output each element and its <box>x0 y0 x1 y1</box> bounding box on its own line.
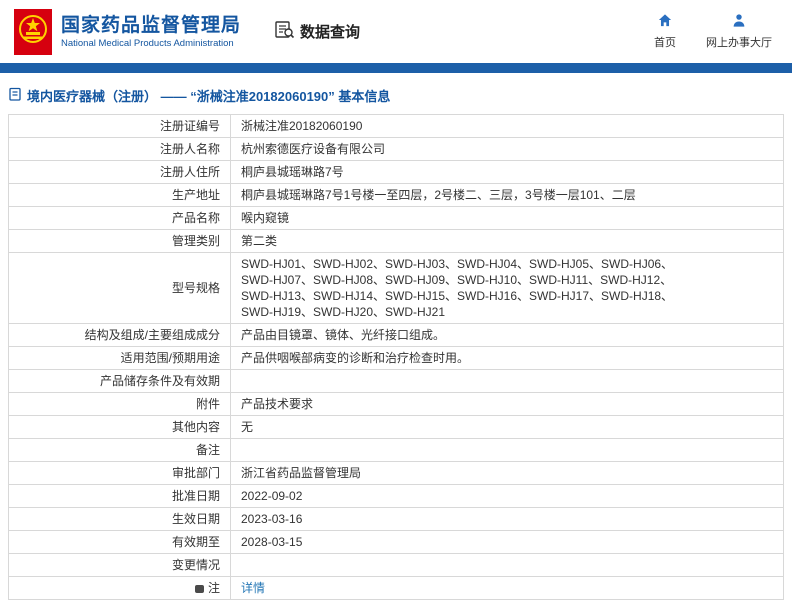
row-label: 附件 <box>9 393 231 416</box>
header-divider-bar <box>0 63 792 73</box>
row-value: 2028-03-15 <box>231 531 784 554</box>
row-value: 产品技术要求 <box>231 393 784 416</box>
table-row: 产品名称喉内窥镜 <box>9 207 784 230</box>
row-value: 2023-03-16 <box>231 508 784 531</box>
table-row: 适用范围/预期用途产品供咽喉部病变的诊断和治疗检查时用。 <box>9 347 784 370</box>
table-row: 注册人住所桐庐县城瑶琳路7号 <box>9 161 784 184</box>
row-label: 备注 <box>9 439 231 462</box>
row-label: 适用范围/预期用途 <box>9 347 231 370</box>
table-row: 注册证编号浙械注准20182060190 <box>9 115 784 138</box>
row-label: 结构及组成/主要组成成分 <box>9 324 231 347</box>
table-row: 生产地址桐庐县城瑶琳路7号1号楼一至四层，2号楼二、三层，3号楼一层101、二层 <box>9 184 784 207</box>
table-row: 生效日期2023-03-16 <box>9 508 784 531</box>
table-row: 型号规格SWD-HJ01、SWD-HJ02、SWD-HJ03、SWD-HJ04、… <box>9 253 784 324</box>
table-row: 其他内容无 <box>9 416 784 439</box>
row-value: 桐庐县城瑶琳路7号1号楼一至四层，2号楼二、三层，3号楼一层101、二层 <box>231 184 784 207</box>
agency-name-en: National Medical Products Administration <box>61 38 241 50</box>
row-label: 生产地址 <box>9 184 231 207</box>
data-query-title: 数据查询 <box>275 21 360 43</box>
table-row: 批准日期2022-09-02 <box>9 485 784 508</box>
nav-item-service-hall-label: 网上办事大厅 <box>706 34 772 50</box>
row-value: 2022-09-02 <box>231 485 784 508</box>
registration-info-section: 注册证编号浙械注准20182060190注册人名称杭州索德医疗设备有限公司注册人… <box>8 114 784 600</box>
table-row: 附件产品技术要求 <box>9 393 784 416</box>
table-row: 注册人名称杭州索德医疗设备有限公司 <box>9 138 784 161</box>
row-value: 详情 <box>231 577 784 600</box>
row-value: 产品供咽喉部病变的诊断和治疗检查时用。 <box>231 347 784 370</box>
row-label: 产品名称 <box>9 207 231 230</box>
row-label: 注册证编号 <box>9 115 231 138</box>
row-value <box>231 370 784 393</box>
row-label: 产品储存条件及有效期 <box>9 370 231 393</box>
row-value: 浙械注准20182060190 <box>231 115 784 138</box>
row-value: 桐庐县城瑶琳路7号 <box>231 161 784 184</box>
table-row: 审批部门浙江省药品监督管理局 <box>9 462 784 485</box>
top-nav: 首页 网上办事大厅 <box>654 13 772 50</box>
nav-item-service-hall[interactable]: 网上办事大厅 <box>706 13 772 50</box>
row-label: 注 <box>9 577 231 600</box>
row-label: 管理类别 <box>9 230 231 253</box>
row-label: 变更情况 <box>9 554 231 577</box>
row-value: 喉内窥镜 <box>231 207 784 230</box>
info-table: 注册证编号浙械注准20182060190注册人名称杭州索德医疗设备有限公司注册人… <box>8 114 784 600</box>
page-title: 境内医疗器械（注册） —— “浙械注准20182060190” 基本信息 <box>27 86 390 105</box>
table-row: 结构及组成/主要组成成分产品由目镜罩、镜体、光纤接口组成。 <box>9 324 784 347</box>
home-icon <box>657 13 673 31</box>
row-value: SWD-HJ01、SWD-HJ02、SWD-HJ03、SWD-HJ04、SWD-… <box>231 253 784 324</box>
row-value: 浙江省药品监督管理局 <box>231 462 784 485</box>
page-header: 国家药品监督管理局 National Medical Products Admi… <box>0 0 792 63</box>
breadcrumb: 境内医疗器械（注册） —— “浙械注准20182060190” 基本信息 <box>0 73 792 114</box>
detail-link[interactable]: 详情 <box>241 581 265 595</box>
row-value: 无 <box>231 416 784 439</box>
registration-doc-icon <box>8 87 22 104</box>
table-row: 变更情况 <box>9 554 784 577</box>
info-table-body: 注册证编号浙械注准20182060190注册人名称杭州索德医疗设备有限公司注册人… <box>9 115 784 600</box>
row-value: 杭州索德医疗设备有限公司 <box>231 138 784 161</box>
row-label: 有效期至 <box>9 531 231 554</box>
national-emblem-logo <box>14 9 52 55</box>
nav-item-home[interactable]: 首页 <box>654 13 676 50</box>
agency-title-block: 国家药品监督管理局 National Medical Products Admi… <box>61 14 241 50</box>
note-icon <box>195 585 204 593</box>
table-row: 注详情 <box>9 577 784 600</box>
row-label: 其他内容 <box>9 416 231 439</box>
row-label: 审批部门 <box>9 462 231 485</box>
table-row: 备注 <box>9 439 784 462</box>
row-value <box>231 554 784 577</box>
nav-item-home-label: 首页 <box>654 34 676 50</box>
row-label: 批准日期 <box>9 485 231 508</box>
row-label: 注册人名称 <box>9 138 231 161</box>
row-label: 型号规格 <box>9 253 231 324</box>
data-query-label: 数据查询 <box>300 21 360 42</box>
row-label: 注册人住所 <box>9 161 231 184</box>
table-row: 有效期至2028-03-15 <box>9 531 784 554</box>
agency-name-cn: 国家药品监督管理局 <box>61 14 241 38</box>
row-value: 第二类 <box>231 230 784 253</box>
person-icon <box>731 13 747 31</box>
row-value: 产品由目镜罩、镜体、光纤接口组成。 <box>231 324 784 347</box>
row-label: 生效日期 <box>9 508 231 531</box>
table-row: 产品储存条件及有效期 <box>9 370 784 393</box>
row-value <box>231 439 784 462</box>
table-row: 管理类别第二类 <box>9 230 784 253</box>
data-query-icon <box>275 21 295 43</box>
